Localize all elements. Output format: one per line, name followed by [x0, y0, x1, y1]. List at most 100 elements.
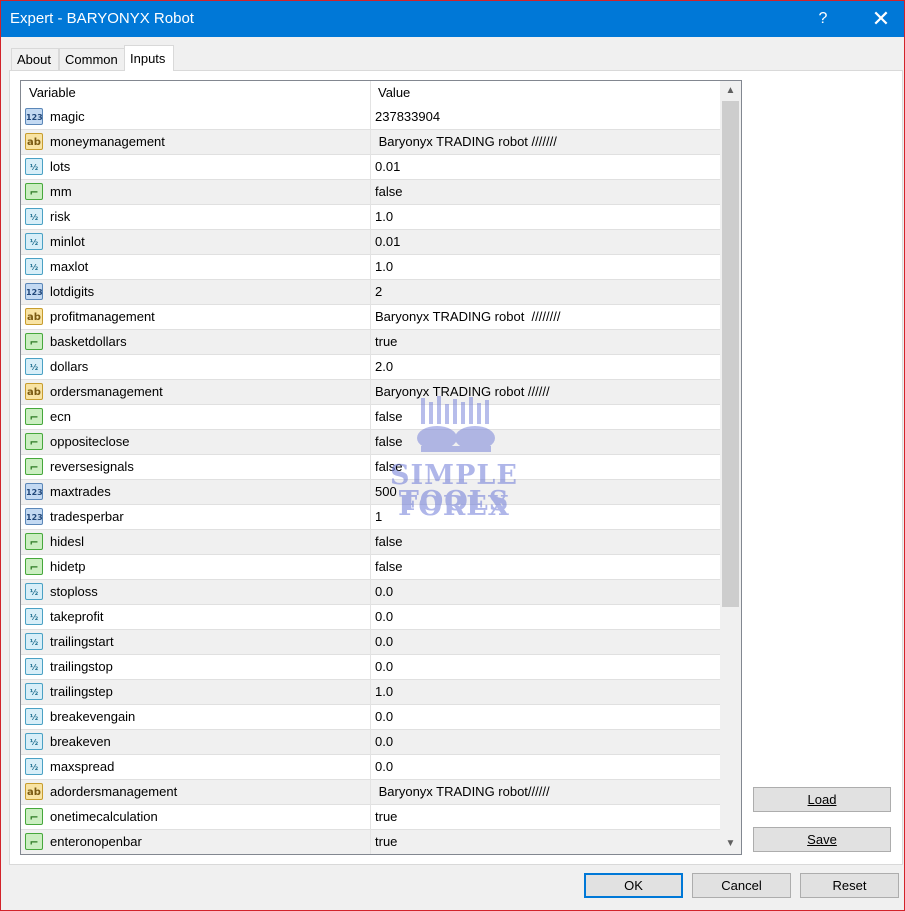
integer-type-icon: 123	[25, 483, 43, 500]
variable-value[interactable]: 2.0	[375, 355, 393, 379]
variable-value[interactable]: false	[375, 430, 402, 454]
variable-value[interactable]: 500	[375, 480, 397, 504]
variable-value[interactable]: Baryonyx TRADING robot ////////	[375, 305, 560, 329]
variable-name: maxspread	[50, 759, 115, 774]
expert-dialog: Expert - BARYONYX Robot ? ✕ About Common…	[0, 0, 905, 911]
column-header-variable[interactable]: Variable	[21, 81, 76, 105]
variable-value[interactable]: 0.0	[375, 605, 393, 629]
variable-name: minlot	[50, 234, 85, 249]
column-divider[interactable]	[370, 81, 371, 854]
variable-name: breakevengain	[50, 709, 136, 724]
variable-value[interactable]: 0.0	[375, 730, 393, 754]
boolean-type-icon: ⌐	[25, 808, 43, 825]
scroll-up-arrow-icon[interactable]: ▲	[720, 81, 741, 101]
variable-name: dollars	[50, 359, 89, 374]
integer-type-icon: 123	[25, 283, 43, 300]
variable-name: adordersmanagement	[50, 784, 178, 799]
variable-name: oppositeclose	[50, 434, 130, 449]
save-button[interactable]: Save	[753, 827, 891, 852]
variable-value[interactable]: true	[375, 330, 397, 354]
variable-value[interactable]: 1.0	[375, 680, 393, 704]
variable-value[interactable]: 0.0	[375, 630, 393, 654]
variable-name: trailingstart	[50, 634, 114, 649]
variable-name: lotdigits	[50, 284, 95, 299]
variable-name: hidetp	[50, 559, 86, 574]
double-type-icon: ½	[25, 608, 43, 625]
variable-name: breakeven	[50, 734, 111, 749]
tab-common[interactable]: Common	[59, 48, 125, 70]
string-type-icon: ab	[25, 133, 43, 150]
variable-value[interactable]: false	[375, 530, 402, 554]
double-type-icon: ½	[25, 158, 43, 175]
variable-name: maxlot	[50, 259, 89, 274]
double-type-icon: ½	[25, 358, 43, 375]
cancel-button[interactable]: Cancel	[692, 873, 791, 898]
double-type-icon: ½	[25, 708, 43, 725]
variable-value[interactable]: 0.0	[375, 755, 393, 779]
variable-value[interactable]: 237833904	[375, 105, 440, 129]
variable-value[interactable]: Baryonyx TRADING robot//////	[375, 780, 550, 804]
variable-value[interactable]: true	[375, 805, 397, 829]
boolean-type-icon: ⌐	[25, 533, 43, 550]
integer-type-icon: 123	[25, 108, 43, 125]
double-type-icon: ½	[25, 208, 43, 225]
help-button[interactable]: ?	[804, 1, 842, 37]
close-icon[interactable]: ✕	[858, 1, 904, 37]
save-button-label: Save	[807, 832, 837, 847]
variable-value[interactable]: 0.0	[375, 580, 393, 604]
variable-name: risk	[50, 209, 71, 224]
variable-value[interactable]: 1.0	[375, 255, 393, 279]
variable-value[interactable]: 2	[375, 280, 382, 304]
boolean-type-icon: ⌐	[25, 408, 43, 425]
scroll-down-arrow-icon[interactable]: ▼	[720, 834, 741, 854]
variable-value[interactable]: 0.01	[375, 230, 400, 254]
column-header-value[interactable]: Value	[370, 81, 410, 105]
variable-value[interactable]: false	[375, 555, 402, 579]
boolean-type-icon: ⌐	[25, 833, 43, 850]
variable-name: lots	[50, 159, 71, 174]
variable-name: stoploss	[50, 584, 98, 599]
load-button[interactable]: Load	[753, 787, 891, 812]
boolean-type-icon: ⌐	[25, 458, 43, 475]
double-type-icon: ½	[25, 683, 43, 700]
variable-name: takeprofit	[50, 609, 104, 624]
variable-name: hidesl	[50, 534, 84, 549]
variable-name: profitmanagement	[50, 309, 155, 324]
vertical-scrollbar[interactable]: ▲ ▼	[720, 81, 741, 854]
variable-value[interactable]: false	[375, 405, 402, 429]
string-type-icon: ab	[25, 308, 43, 325]
string-type-icon: ab	[25, 783, 43, 800]
variable-name: basketdollars	[50, 334, 127, 349]
variable-value[interactable]: false	[375, 180, 402, 204]
boolean-type-icon: ⌐	[25, 183, 43, 200]
variable-name: ordersmanagement	[50, 384, 163, 399]
double-type-icon: ½	[25, 758, 43, 775]
window-title: Expert - BARYONYX Robot	[10, 10, 194, 27]
scrollbar-thumb[interactable]	[722, 101, 739, 607]
variable-name: trailingstep	[50, 684, 113, 699]
variable-value[interactable]: 0.0	[375, 705, 393, 729]
load-button-label: Load	[807, 792, 837, 807]
title-bar[interactable]: Expert - BARYONYX Robot ? ✕	[1, 1, 904, 37]
variable-name: mm	[50, 184, 72, 199]
variable-value[interactable]: Baryonyx TRADING robot ///////	[375, 130, 557, 154]
variable-value[interactable]: 0.01	[375, 155, 400, 179]
variable-value[interactable]: true	[375, 830, 397, 854]
reset-button[interactable]: Reset	[800, 873, 899, 898]
boolean-type-icon: ⌐	[25, 558, 43, 575]
variable-name: magic	[50, 109, 85, 124]
tab-about[interactable]: About	[11, 48, 59, 70]
variable-value[interactable]: 1	[375, 505, 382, 529]
double-type-icon: ½	[25, 633, 43, 650]
variable-name: moneymanagement	[50, 134, 165, 149]
variable-value[interactable]: 1.0	[375, 205, 393, 229]
integer-type-icon: 123	[25, 508, 43, 525]
variable-name: maxtrades	[50, 484, 111, 499]
tab-inputs[interactable]: Inputs	[124, 45, 174, 71]
ok-button[interactable]: OK	[584, 873, 683, 898]
variable-value[interactable]: Baryonyx TRADING robot //////	[375, 380, 550, 404]
variable-value[interactable]: false	[375, 455, 402, 479]
variable-name: trailingstop	[50, 659, 113, 674]
double-type-icon: ½	[25, 583, 43, 600]
variable-value[interactable]: 0.0	[375, 655, 393, 679]
